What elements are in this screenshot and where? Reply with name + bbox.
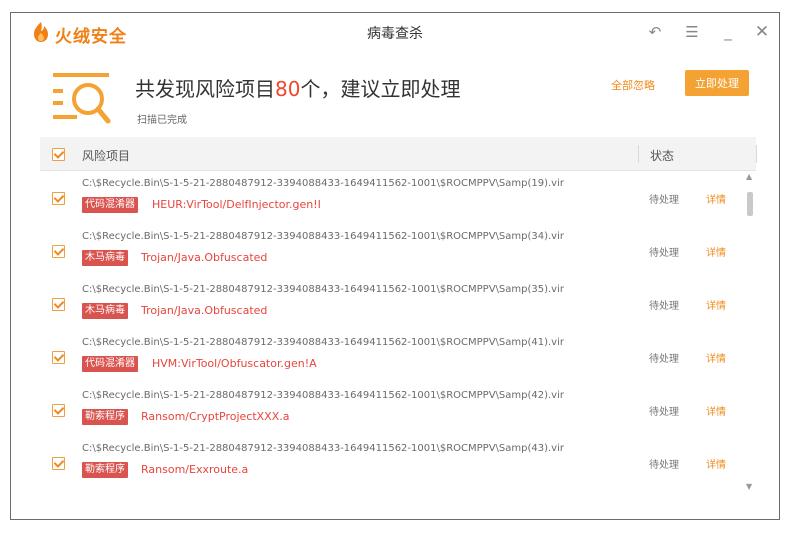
table-row: C:\$Recycle.Bin\S-1-5-21-2880487912-3394… [40,278,740,331]
minimize-icon[interactable]: _ [717,21,739,43]
close-icon[interactable]: ✕ [751,21,773,43]
virus-name: HVM:VirTool/Obfuscator.gen!A [152,357,317,370]
row-status: 待处理 [649,354,679,365]
title-prefix: 共发现风险项目 [135,77,275,101]
row-status: 待处理 [649,248,679,259]
table-row: C:\$Recycle.Bin\S-1-5-21-2880487912-3394… [40,384,740,437]
detail-link[interactable]: 详情 [706,297,726,312]
file-path: C:\$Recycle.Bin\S-1-5-21-2880487912-3394… [82,231,564,242]
threat-category-tag: 代码混淆器 [82,197,138,213]
table-row: C:\$Recycle.Bin\S-1-5-21-2880487912-3394… [40,331,740,384]
table-row: C:\$Recycle.Bin\S-1-5-21-2880487912-3394… [40,172,740,225]
virus-name: Ransom/CryptProjectXXX.a [141,410,290,423]
row-status: 待处理 [649,195,679,206]
risk-count: 80 [275,77,301,101]
ignore-all-link[interactable]: 全部忽略 [611,77,655,93]
row-status: 待处理 [649,407,679,418]
virus-name: HEUR:VirTool/DelfInjector.gen!I [152,198,321,211]
file-path: C:\$Recycle.Bin\S-1-5-21-2880487912-3394… [82,443,564,454]
row-status: 待处理 [649,301,679,312]
row-checkbox[interactable] [52,192,65,205]
row-checkbox[interactable] [52,404,65,417]
risk-table: 风险项目 状态 C:\$Recycle.Bin\S-1-5-21-2880487… [40,137,757,495]
virus-name: Trojan/Java.Obfuscated [141,304,268,317]
row-status: 待处理 [649,460,679,471]
column-divider [638,145,639,163]
column-header-status: 状态 [650,149,675,163]
detail-link[interactable]: 详情 [706,191,726,206]
scroll-down-icon[interactable]: ▼ [746,482,752,491]
detail-link[interactable]: 详情 [706,244,726,259]
file-path: C:\$Recycle.Bin\S-1-5-21-2880487912-3394… [82,284,564,295]
threat-category-tag: 木马病毒 [82,250,128,266]
file-path: C:\$Recycle.Bin\S-1-5-21-2880487912-3394… [82,390,564,401]
detail-link[interactable]: 详情 [706,456,726,471]
detail-link[interactable]: 详情 [706,403,726,418]
file-path: C:\$Recycle.Bin\S-1-5-21-2880487912-3394… [82,337,564,348]
table-row: C:\$Recycle.Bin\S-1-5-21-2880487912-3394… [40,437,740,490]
threat-category-tag: 勒索程序 [82,462,128,478]
file-path: C:\$Recycle.Bin\S-1-5-21-2880487912-3394… [82,178,564,189]
scroll-up-icon[interactable]: ▲ [746,172,752,181]
title-bar: 火绒安全 病毒查杀 ↶ ☰ _ ✕ [11,13,779,51]
row-checkbox[interactable] [52,298,65,311]
menu-icon[interactable]: ☰ [681,21,703,43]
select-all-checkbox[interactable] [52,148,65,161]
threat-category-tag: 勒索程序 [82,409,128,425]
virus-scan-window: 火绒安全 病毒查杀 ↶ ☰ _ ✕ 共发现风险项目80个，建议立即处理 扫描已完… [10,12,780,520]
column-divider [756,145,757,163]
scan-list-icon [53,73,111,124]
scroll-thumb[interactable] [747,192,753,216]
row-checkbox[interactable] [52,245,65,258]
table-row: C:\$Recycle.Bin\S-1-5-21-2880487912-3394… [40,225,740,278]
row-checkbox[interactable] [52,351,65,364]
undo-icon[interactable]: ↶ [644,21,666,43]
virus-name: Ransom/Exxroute.a [141,463,249,476]
threat-category-tag: 代码混淆器 [82,356,138,372]
threat-category-tag: 木马病毒 [82,303,128,319]
row-checkbox[interactable] [52,457,65,470]
vertical-scrollbar[interactable]: ▲ ▼ [744,172,756,495]
scan-status-subtitle: 扫描已完成 [137,115,187,126]
detail-link[interactable]: 详情 [706,350,726,365]
column-header-risk-item: 风险项目 [82,149,131,163]
scan-result-title: 共发现风险项目80个，建议立即处理 [135,73,460,102]
title-suffix: 个，建议立即处理 [300,77,461,101]
virus-name: Trojan/Java.Obfuscated [141,251,268,264]
table-header: 风险项目 状态 [40,137,757,171]
table-body: C:\$Recycle.Bin\S-1-5-21-2880487912-3394… [40,172,756,495]
process-now-button[interactable]: 立即处理 [685,70,749,96]
